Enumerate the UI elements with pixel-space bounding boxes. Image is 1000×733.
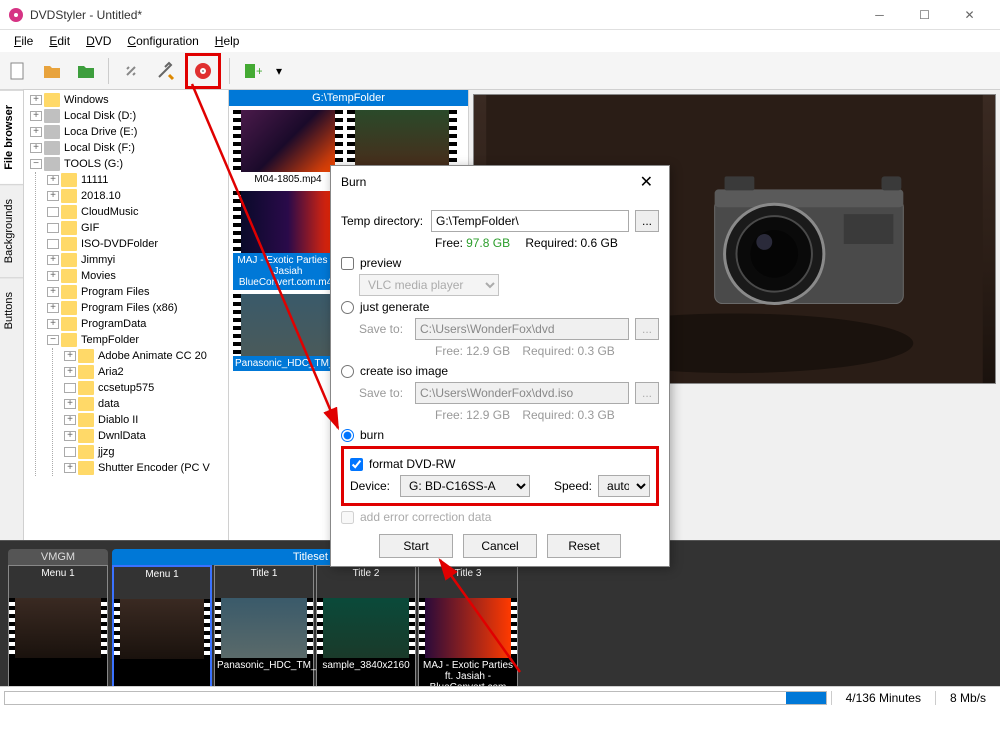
status-bitrate: 8 Mb/s xyxy=(935,691,1000,705)
preview-player-select: VLC media player xyxy=(359,274,499,296)
tempdir-browse[interactable]: ... xyxy=(635,210,659,232)
app-icon xyxy=(8,7,24,23)
burn-radio[interactable] xyxy=(341,429,354,442)
tree-item[interactable]: GIF xyxy=(47,220,226,236)
tab-buttons[interactable]: Buttons xyxy=(0,277,23,343)
window-title: DVDStyler - Untitled* xyxy=(30,8,857,22)
timeline-item[interactable]: Title 1Panasonic_HDC_TM_700_P_50i xyxy=(214,565,314,686)
close-button[interactable]: ✕ xyxy=(947,0,992,30)
tree-item[interactable]: +Local Disk (F:) xyxy=(30,140,226,156)
add-button[interactable]: + xyxy=(238,57,266,85)
menu-help[interactable]: Help xyxy=(207,32,248,50)
timeline-item[interactable]: Title 3MAJ - Exotic Parties ft. Jasiah -… xyxy=(418,565,518,686)
tree-item[interactable]: +Program Files (x86) xyxy=(47,300,226,316)
thumb-path: G:\TempFolder xyxy=(229,90,468,106)
tree-item[interactable]: +ProgramData xyxy=(47,316,226,332)
just-generate-radio[interactable] xyxy=(341,301,354,314)
status-bar: 4/136 Minutes 8 Mb/s xyxy=(0,686,1000,708)
tree-item[interactable]: +Diablo II xyxy=(64,412,226,428)
speed-select[interactable]: auto xyxy=(598,475,650,497)
tree-item[interactable]: −TempFolder xyxy=(47,332,226,348)
tree-item[interactable]: +Shutter Encoder (PC V xyxy=(64,460,226,476)
tempdir-input[interactable] xyxy=(431,210,629,232)
menu-dvd[interactable]: DVD xyxy=(78,32,119,50)
required-space: 0.6 GB xyxy=(580,236,617,250)
tree-item[interactable]: ISO-DVDFolder xyxy=(47,236,226,252)
tree-item[interactable]: +Windows xyxy=(30,92,226,108)
timeline-group-header[interactable]: VMGM xyxy=(8,549,108,565)
folder-tree[interactable]: +Windows+Local Disk (D:)+Loca Drive (E:)… xyxy=(24,90,229,540)
create-iso-radio[interactable] xyxy=(341,365,354,378)
title-bar: DVDStyler - Untitled* ─ ☐ ✕ xyxy=(0,0,1000,30)
add-dropdown[interactable]: ▾ xyxy=(272,57,286,85)
tree-item[interactable]: +data xyxy=(64,396,226,412)
tree-item[interactable]: +Local Disk (D:) xyxy=(30,108,226,124)
generate-saveto-input xyxy=(415,318,629,340)
burn-button[interactable] xyxy=(189,57,217,85)
iso-browse: ... xyxy=(635,382,659,404)
tree-item[interactable]: +Aria2 xyxy=(64,364,226,380)
tools-button[interactable] xyxy=(151,57,179,85)
settings-button[interactable] xyxy=(117,57,145,85)
thumbnail-item[interactable]: MAJ - Exotic Parties ft. Jasiah BlueConv… xyxy=(233,191,343,290)
format-dvdrw-checkbox[interactable] xyxy=(350,458,363,471)
menu-configuration[interactable]: Configuration xyxy=(119,32,206,50)
device-select[interactable]: G: BD-C16SS-A xyxy=(400,475,530,497)
maximize-button[interactable]: ☐ xyxy=(902,0,947,30)
thumbnail-item[interactable]: Panasonic_HDC_TM_700_P_50i.m4v xyxy=(233,294,343,382)
tree-item[interactable]: ccsetup575 xyxy=(64,380,226,396)
iso-saveto-input xyxy=(415,382,629,404)
minimize-button[interactable]: ─ xyxy=(857,0,902,30)
save-button[interactable] xyxy=(72,57,100,85)
thumbnail-item[interactable]: M04-1805.mp4 xyxy=(233,110,343,187)
menu-file[interactable]: File xyxy=(6,32,41,50)
burn-button-highlight xyxy=(185,53,221,89)
generate-browse: ... xyxy=(635,318,659,340)
tab-backgrounds[interactable]: Backgrounds xyxy=(0,184,23,277)
timeline-item[interactable]: Title 2sample_3840x2160 xyxy=(316,565,416,686)
menu-edit[interactable]: Edit xyxy=(41,32,78,50)
timeline-item[interactable]: Menu 1 xyxy=(112,565,212,686)
disc-usage-bar xyxy=(4,691,827,705)
toolbar: + ▾ xyxy=(0,52,1000,90)
timeline-item[interactable]: Menu 1 xyxy=(8,565,108,686)
tree-item[interactable]: −TOOLS (G:) xyxy=(30,156,226,172)
free-space: 97.8 GB xyxy=(466,236,510,250)
start-button[interactable]: Start xyxy=(379,534,453,558)
open-button[interactable] xyxy=(38,57,66,85)
burn-dialog: Burn ✕ Temp directory: ... Free: 97.8 GB… xyxy=(330,165,670,567)
tree-item[interactable]: jjzg xyxy=(64,444,226,460)
add-ecc-checkbox xyxy=(341,511,354,524)
tree-item[interactable]: +Program Files xyxy=(47,284,226,300)
tree-item[interactable]: +Jimmyi xyxy=(47,252,226,268)
tree-item[interactable]: +Movies xyxy=(47,268,226,284)
menu-bar: File Edit DVD Configuration Help xyxy=(0,30,1000,52)
tree-item[interactable]: +2018.10 xyxy=(47,188,226,204)
new-button[interactable] xyxy=(4,57,32,85)
svg-text:+: + xyxy=(256,64,262,78)
tree-item[interactable]: +Loca Drive (E:) xyxy=(30,124,226,140)
preview-checkbox[interactable] xyxy=(341,257,354,270)
cancel-button[interactable]: Cancel xyxy=(463,534,537,558)
status-minutes: 4/136 Minutes xyxy=(831,691,935,705)
reset-button[interactable]: Reset xyxy=(547,534,621,558)
tree-item[interactable]: +DwnlData xyxy=(64,428,226,444)
tempdir-label: Temp directory: xyxy=(341,214,425,228)
sidebar-tabs: File browser Backgrounds Buttons xyxy=(0,90,24,540)
tab-file-browser[interactable]: File browser xyxy=(0,90,23,184)
tree-item[interactable]: +Adobe Animate CC 20 xyxy=(64,348,226,364)
dialog-close-button[interactable]: ✕ xyxy=(634,172,659,192)
tree-item[interactable]: +11111 xyxy=(47,172,226,188)
tree-item[interactable]: CloudMusic xyxy=(47,204,226,220)
dialog-title: Burn xyxy=(341,175,634,189)
device-highlight: format DVD-RW Device: G: BD-C16SS-A Spee… xyxy=(341,446,659,506)
